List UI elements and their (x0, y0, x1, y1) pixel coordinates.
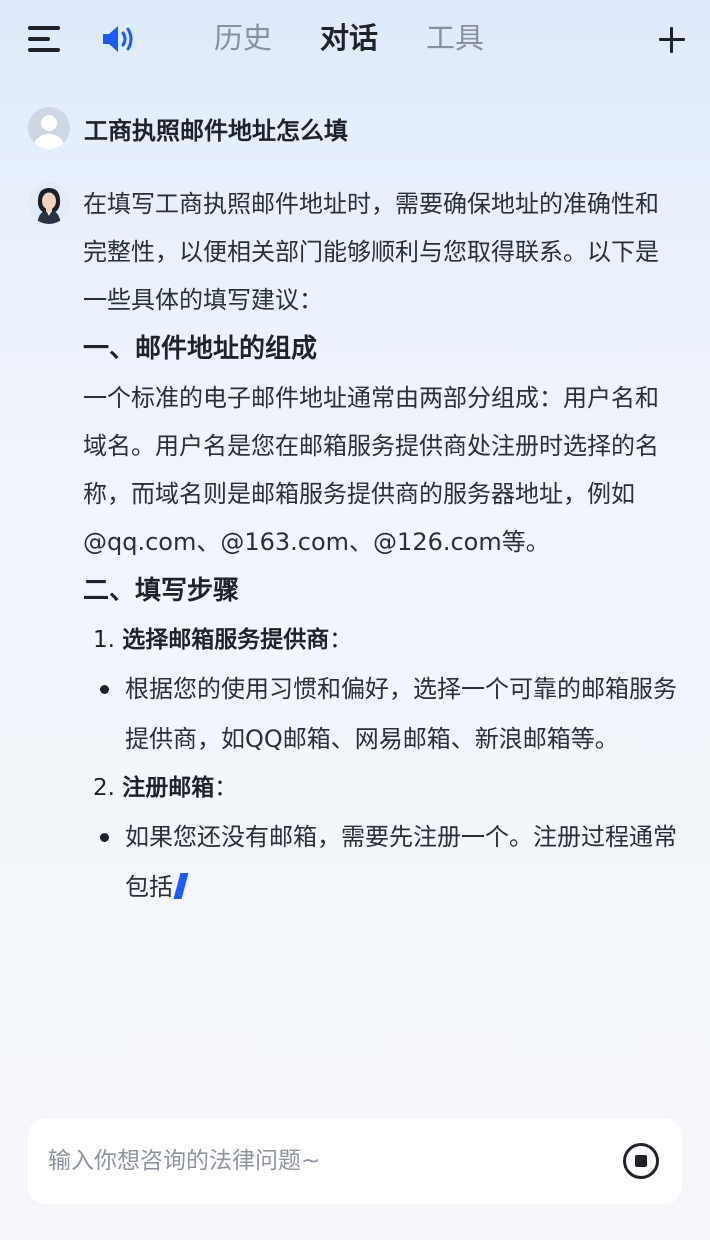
step-2-title: 注册邮箱 (122, 775, 215, 801)
assistant-avatar-icon (28, 182, 70, 224)
plus-icon[interactable] (656, 24, 688, 56)
user-avatar-icon (28, 107, 70, 149)
input-bar (28, 1118, 682, 1204)
question-input[interactable] (48, 1136, 608, 1186)
step-1-title: 选择邮箱服务提供商 (122, 627, 330, 653)
menu-icon[interactable] (28, 26, 62, 52)
section-title-composition: 一、邮件地址的组成 (83, 334, 318, 364)
top-bar: 历史 对话 工具 (0, 0, 710, 76)
step-2: 2. 注册邮箱： (93, 775, 238, 801)
tab-history[interactable]: 历史 (190, 18, 296, 58)
section-title-steps: 二、填写步骤 (83, 576, 240, 606)
step-2-bullet: 如果您还没有邮箱，需要先注册一个。注册过程通常包括 (83, 812, 678, 912)
step-2-number: 2. (93, 775, 115, 801)
stop-icon[interactable] (622, 1142, 660, 1180)
tab-bar: 历史 对话 工具 (190, 18, 508, 58)
step-1-bullet: 根据您的使用习惯和偏好，选择一个可靠的邮箱服务提供商，如QQ邮箱、网易邮箱、新浪… (83, 664, 678, 764)
question-text: 工商执照邮件地址怎么填 (84, 116, 348, 145)
user-question: 工商执照邮件地址怎么填 (28, 106, 348, 150)
answer-body: 在填写工商执照邮件地址时，需要确保地址的准确性和完整性，以便相关部门能够顺利与您… (83, 180, 678, 912)
tab-tools[interactable]: 工具 (402, 18, 508, 58)
step-1-number: 1. (93, 627, 115, 653)
tab-chat[interactable]: 对话 (296, 18, 402, 58)
answer-intro: 在填写工商执照邮件地址时，需要确保地址的准确性和完整性，以便相关部门能够顺利与您… (83, 190, 659, 314)
typing-cursor (173, 873, 189, 899)
speaker-icon[interactable] (100, 22, 136, 56)
step-2-bullet-text: 如果您还没有邮箱，需要先注册一个。注册过程通常包括 (125, 823, 677, 901)
step-1: 1. 选择邮箱服务提供商： (93, 627, 353, 653)
section-text-composition: 一个标准的电子邮件地址通常由两部分组成：用户名和域名。用户名是您在邮箱服务提供商… (83, 384, 659, 556)
